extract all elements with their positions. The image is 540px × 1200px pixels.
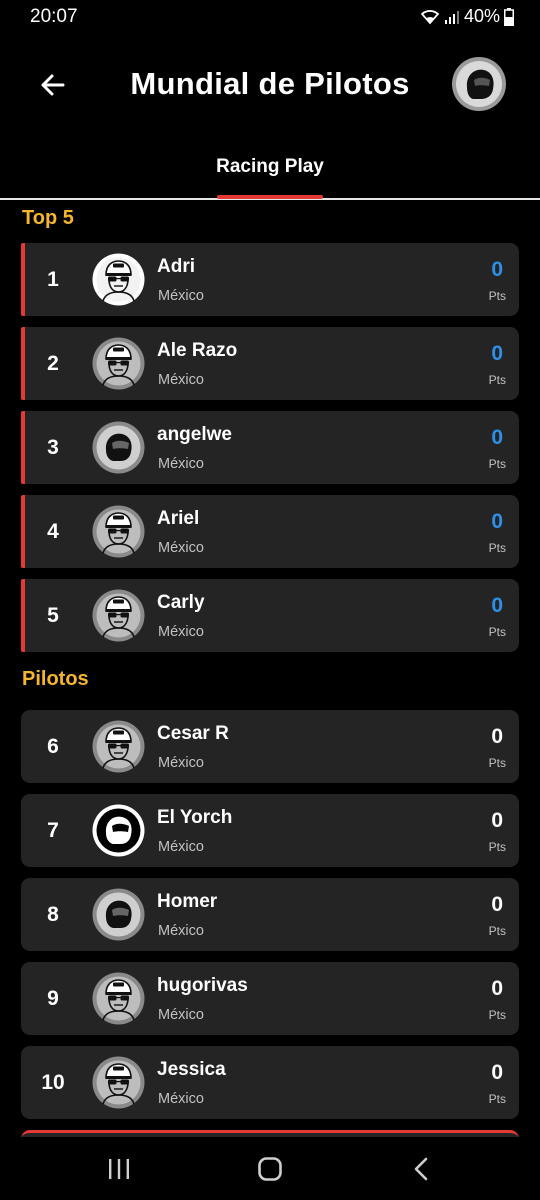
- cartoon-rider-icon: [92, 337, 145, 390]
- status-icons: 40%: [420, 6, 514, 27]
- points-value: 0: [491, 1061, 503, 1084]
- pilot-country: México: [158, 540, 204, 556]
- app-header: Mundial de Pilotos: [0, 50, 540, 120]
- rank-number: 9: [47, 987, 59, 1010]
- rank-number: 1: [47, 268, 59, 291]
- pilot-row[interactable]: 7 El Yorch México 0 Pts: [21, 794, 519, 867]
- rank-number: 3: [47, 436, 59, 459]
- section-heading-pilots: Pilotos: [22, 668, 89, 690]
- rank-number: 7: [47, 819, 59, 842]
- top5-row[interactable]: 5 Carly México 0 Pts: [21, 579, 519, 652]
- points-value: 0: [491, 893, 503, 916]
- signal-icon: [444, 9, 460, 25]
- points-value: 0: [491, 510, 503, 533]
- section-heading-top5: Top 5: [22, 207, 74, 229]
- rank-number: 5: [47, 604, 59, 627]
- pilot-name: El Yorch: [157, 807, 233, 828]
- points-value: 0: [491, 594, 503, 617]
- pilot-name: Jessica: [157, 1059, 226, 1080]
- pilot-name: Homer: [157, 891, 218, 912]
- battery-icon: [504, 7, 514, 26]
- rank-number: 8: [47, 903, 59, 926]
- helmet-icon: [92, 804, 145, 857]
- points-label: Pts: [488, 289, 506, 303]
- status-time: 20:07: [30, 6, 78, 27]
- status-bar: 20:07 40%: [0, 0, 540, 34]
- pilot-name: Ariel: [157, 508, 200, 529]
- points-label: Pts: [488, 625, 506, 639]
- cartoon-rider-icon: [92, 972, 145, 1025]
- pilot-name: Carly: [157, 592, 205, 613]
- top5-row[interactable]: 4 Ariel México 0 Pts: [21, 495, 519, 568]
- points-label: Pts: [488, 756, 506, 770]
- pilot-country: México: [158, 923, 204, 939]
- pilot-row[interactable]: 9 hugorivas México 0 Pts: [21, 962, 519, 1035]
- points-value: 0: [491, 725, 503, 748]
- points-value: 0: [491, 426, 503, 449]
- points-label: Pts: [488, 373, 506, 387]
- battery-percent: 40%: [463, 6, 500, 26]
- points-label: Pts: [488, 1092, 506, 1106]
- cartoon-rider-icon: [92, 720, 145, 773]
- cartoon-rider-icon: [92, 253, 145, 306]
- pilot-name: Ale Razo: [157, 340, 238, 361]
- pilot-row[interactable]: 8 Homer México 0 Pts: [21, 878, 519, 951]
- rank-number: 6: [47, 735, 59, 758]
- profile-avatar[interactable]: [451, 56, 507, 112]
- cartoon-rider-icon: [92, 505, 145, 558]
- recent-apps-icon[interactable]: [104, 1155, 134, 1183]
- pilot-row[interactable]: 6 Cesar R México 0 Pts: [21, 710, 519, 783]
- home-icon[interactable]: [255, 1155, 285, 1183]
- points-label: Pts: [488, 1008, 506, 1022]
- system-nav-bar: [0, 1137, 540, 1200]
- points-value: 0: [491, 977, 503, 1000]
- top5-row[interactable]: 2 Ale Razo México 0 Pts: [21, 327, 519, 400]
- pilot-row[interactable]: 10 Jessica México 0 Pts: [21, 1046, 519, 1119]
- pilot-name: angelwe: [157, 424, 232, 445]
- pilot-name: Cesar R: [157, 723, 229, 744]
- tab-bar: Racing Play: [0, 140, 540, 200]
- points-label: Pts: [488, 457, 506, 471]
- tab-racing-play[interactable]: Racing Play: [200, 156, 340, 178]
- top5-row[interactable]: 1 Adri México 0 Pts: [21, 243, 519, 316]
- pilot-name: Adri: [157, 256, 195, 277]
- pilot-country: México: [158, 456, 204, 472]
- helmet-icon: [92, 421, 145, 474]
- pilot-country: México: [158, 1091, 204, 1107]
- pilot-country: México: [158, 1007, 204, 1023]
- points-label: Pts: [488, 840, 506, 854]
- points-label: Pts: [488, 541, 506, 555]
- cartoon-rider-icon: [92, 589, 145, 642]
- pilot-country: México: [158, 624, 204, 640]
- points-value: 0: [491, 258, 503, 281]
- points-value: 0: [491, 342, 503, 365]
- points-label: Pts: [488, 924, 506, 938]
- rank-number: 2: [47, 352, 59, 375]
- pilot-country: México: [158, 372, 204, 388]
- active-tab-indicator: [217, 195, 323, 199]
- rank-number: 10: [41, 1071, 65, 1094]
- helmet-icon: [92, 888, 145, 941]
- cartoon-rider-icon: [92, 1056, 145, 1109]
- pilot-country: México: [158, 839, 204, 855]
- pilot-country: México: [158, 755, 204, 771]
- rank-number: 4: [47, 520, 59, 543]
- back-nav-icon[interactable]: [407, 1155, 437, 1183]
- points-value: 0: [491, 809, 503, 832]
- pilot-country: México: [158, 288, 204, 304]
- pilot-name: hugorivas: [157, 975, 248, 996]
- top5-row[interactable]: 3 angelwe México 0 Pts: [21, 411, 519, 484]
- wifi-icon: [420, 9, 440, 25]
